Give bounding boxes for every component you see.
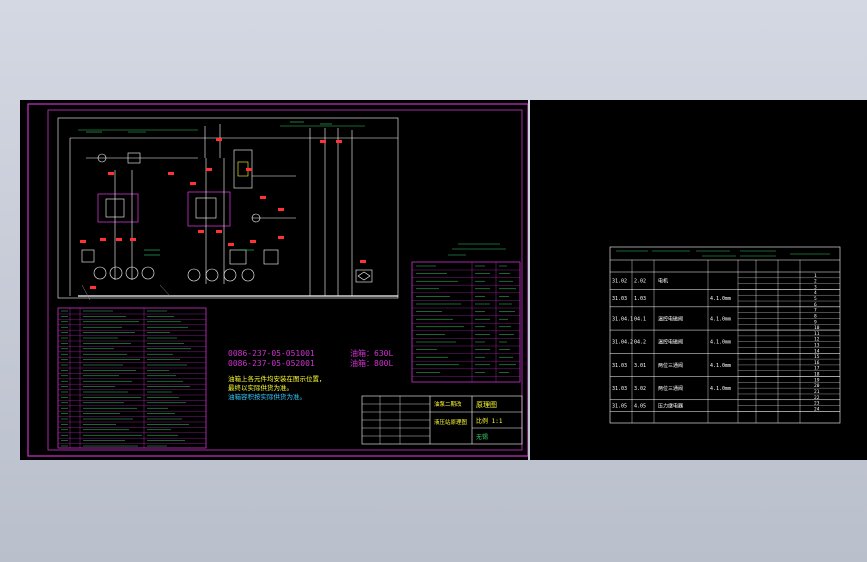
bom-item-no: 10 — [814, 325, 820, 331]
bom-item-no: 3 — [814, 284, 817, 290]
bom-code: 31.04.1 — [612, 316, 633, 322]
bom-ref: 3.02 — [634, 386, 646, 392]
bom-ref: 4.05 — [634, 404, 646, 410]
bom-item-no: 4 — [814, 290, 817, 296]
hydraulic-schematic: 0086-237-05-051001 0086-237-05-052001 油箱… — [27, 103, 528, 457]
note-line-1: 油箱上各元件均安装在图示位置， — [228, 374, 326, 383]
bom-code: 31.05 — [612, 404, 627, 410]
bom-ref: 2.02 — [634, 279, 646, 285]
drawing-sheet-main: 0086-237-05-051001 0086-237-05-052001 油箱… — [20, 100, 528, 460]
bom-ref: 04.2 — [634, 340, 646, 346]
bom-item-no: 23 — [814, 401, 820, 407]
bom-name: 温控电磁阀 — [658, 339, 683, 346]
bom-item-no: 5 — [814, 296, 817, 302]
bom-name: 两位三通阀 — [658, 362, 683, 369]
note-line-2: 最终以实际供货为准。 — [228, 383, 293, 392]
bom-item-no: 13 — [814, 343, 820, 349]
order-line-1: 0086-237-05-051001 — [228, 349, 315, 358]
bom-item-no: 20 — [814, 383, 820, 389]
bom-item-no: 9 — [814, 319, 817, 325]
parts-table-left — [57, 307, 207, 449]
bom-item-no: 16 — [814, 360, 820, 366]
bom-item-no: 2 — [814, 279, 817, 285]
bom-spec: 4.1.0mm — [710, 316, 731, 322]
bom-spec: 4.1.0mm — [710, 386, 731, 392]
bom-item-no: 8 — [814, 313, 817, 319]
title-sub: 液压站原理图 — [434, 418, 468, 426]
bom-ref: 3.01 — [634, 363, 646, 369]
bom-item-no: 14 — [814, 348, 820, 354]
bom-code: 31.02 — [612, 279, 627, 285]
bom-ref: 1.03 — [634, 296, 646, 302]
bom-code: 31.03 — [612, 386, 627, 392]
bom-spec: 4.1.0mm — [710, 363, 731, 369]
bom-item-no: 11 — [814, 331, 820, 337]
drawing-sheet-bom: 31.02 2.02 电机 1 2 3 31.03 1.03 4.1.0mm 4 5 6 31.04.1… — [530, 100, 867, 460]
volume-label-2: 油箱：800L — [350, 358, 393, 368]
parts-table-right — [411, 261, 521, 383]
bom-spec: 4.1.0mm — [710, 340, 731, 346]
bom-item-no: 1 — [814, 273, 817, 279]
bom-spec: 4.1.0mm — [710, 296, 731, 302]
bom-item-no: 15 — [814, 354, 820, 360]
bom-item-no: 24 — [814, 406, 820, 412]
bom-item-no: 22 — [814, 395, 820, 401]
note-cyan: 油箱容积按实际供货为准。 — [228, 392, 306, 401]
scale-label: 比例 1:1 — [476, 417, 503, 425]
bom-ref: 04.1 — [634, 316, 646, 322]
bom-item-no: 12 — [814, 337, 820, 343]
drawing-title: 原理图 — [476, 401, 497, 409]
bom-code: 31.04.2 — [612, 340, 633, 346]
bom-item-no: 18 — [814, 372, 820, 378]
company-name: 油泵二期改 — [434, 400, 462, 408]
bom-table: 31.02 2.02 电机12331.03 1.03 4.1.0mm45631.04.1… — [609, 246, 841, 424]
bom-code: 31.03 — [612, 296, 627, 302]
bom-name: 温控电磁阀 — [658, 315, 683, 322]
volume-label-1: 油箱：630L — [350, 348, 393, 358]
bom-name: 电机 — [658, 278, 668, 285]
bom-item-no: 7 — [814, 308, 817, 314]
order-line-2: 0086-237-05-052001 — [228, 359, 315, 368]
bom-item-no: 17 — [814, 366, 820, 372]
stamp-label: 无锡 — [476, 433, 488, 441]
schematic-border — [57, 117, 399, 299]
bom-item-no: 6 — [814, 302, 817, 308]
bom-item-no: 19 — [814, 377, 820, 383]
bom-name: 压力继电器 — [658, 403, 683, 410]
bom-code: 31.03 — [612, 363, 627, 369]
bom-item-no: 21 — [814, 389, 820, 395]
bom-name: 两位三通阀 — [658, 385, 683, 392]
